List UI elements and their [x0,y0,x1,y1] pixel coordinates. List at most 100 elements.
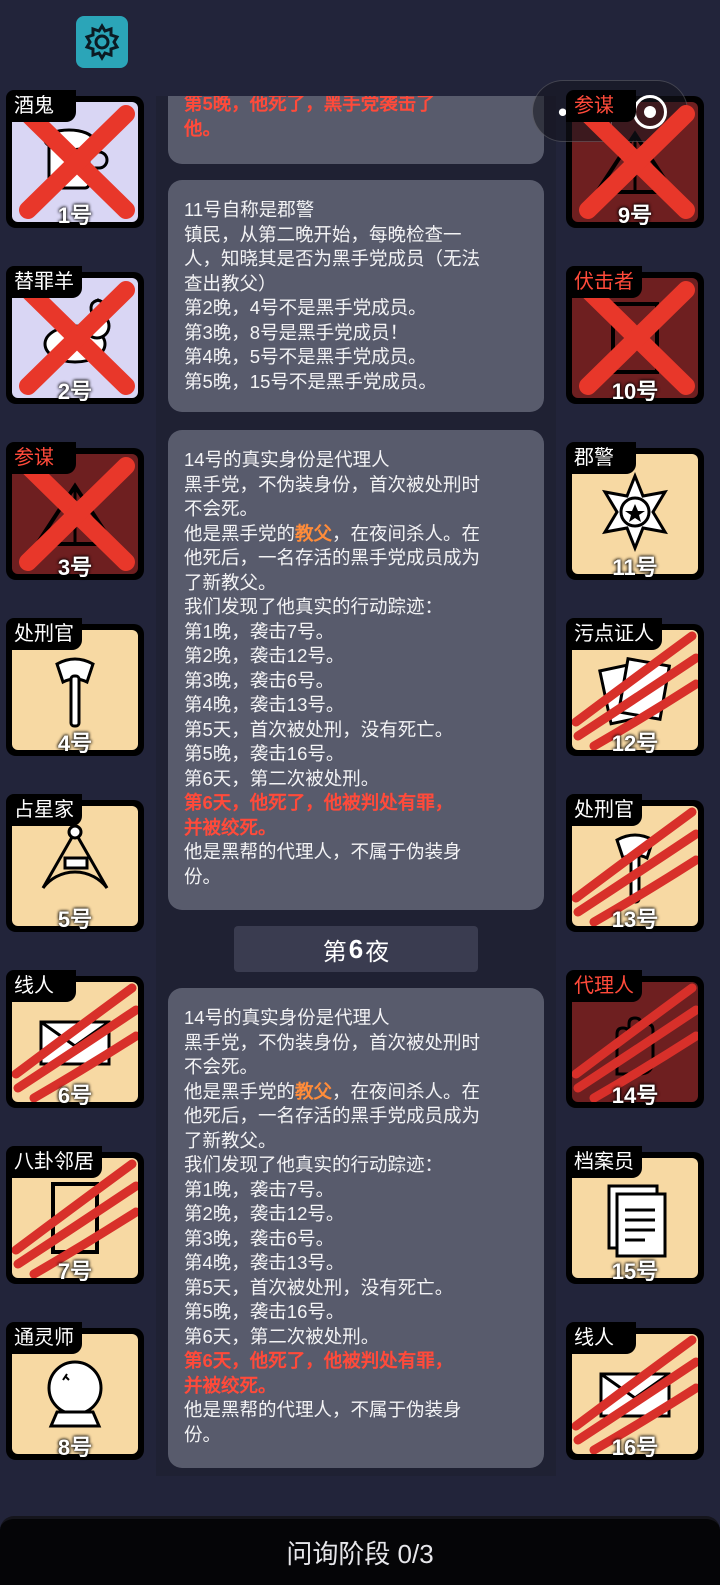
godfather-highlight: 教父 [295,1080,333,1102]
card-line: 第5晚，袭击16号。 [184,1301,345,1322]
player-slot[interactable]: 代理人 14号 [566,970,704,1110]
player-role-tag: 代理人 [566,970,642,1002]
night-suffix: 夜 [365,938,390,966]
card-line: 第5晚，他死了，黑手党袭击了 [184,96,435,114]
card-line: 第1晚，袭击7号。 [184,1178,335,1200]
night-number: 6 [348,933,364,964]
card-line: 查出教父） [184,272,277,294]
card-line: 黑手党，不伪装身份，首次被处刑时 [184,1031,481,1053]
card-line: 第4晚，袭击13号。 [184,694,345,715]
player-slot[interactable]: 处刑官 13号 [566,794,704,934]
crystal-ball-icon [47,1360,103,1428]
card-line: 他是黑帮的代理人，不属于伪装身 [184,841,462,862]
player-role-tag: 通灵师 [6,1322,82,1354]
card-line: 第4晚，袭击13号。 [184,1252,345,1273]
card-line: 份。 [184,1423,222,1445]
phase-bar[interactable]: 问询阶段 0/3 [0,1516,720,1585]
document-icon [607,1184,667,1258]
card-line: 11号自称是郡警 [184,199,315,220]
player-role-tag: 郡警 [566,442,636,474]
player-role-tag: 占星家 [6,794,82,826]
player-role-tag: 伏击者 [566,266,642,298]
card-line: 第2晚，4号不是黑手党成员。 [184,297,427,318]
player-slot[interactable]: 线人 6号 [6,970,144,1110]
card-text: 他是黑手党的 [184,1080,296,1102]
card-line: 第5天，首次被处刑，没有死亡。 [184,718,454,740]
player-slot[interactable]: 郡警 11号 [566,442,704,582]
feed-card-identity-reveal: 14号的真实身份是代理人 黑手党，不伪装身份，首次被处刑时 不会死。 他是黑手党… [168,430,544,910]
player-role-tag: 档案员 [566,1146,642,1178]
card-line: 他是黑手党的教父，在夜间杀人。在 [184,1080,528,1105]
player-slot[interactable]: 通灵师 8号 [6,1322,144,1462]
card-line: 不会死。 [184,498,259,519]
card-line: 第4晚，5号不是黑手党成员。 [184,346,427,367]
player-number: 8号 [57,1435,93,1460]
card-line: 第6天，他死了，他被判处有罪， [184,792,454,813]
godfather-highlight: 教父 [295,522,333,544]
player-slot[interactable]: 伏击者 10号 [566,266,704,406]
card-line: 第3晚，8号是黑手党成员！ [184,321,409,343]
card-line: 第6天，第二次被处刑。 [184,767,380,789]
card-line: 第5晚，15号不是黑手党成员。 [184,370,437,392]
player-number: 2号 [57,379,93,404]
player-role-tag: 参谋 [566,90,636,122]
player-role-tag: 线人 [566,1322,636,1354]
player-slot[interactable]: 占星家 5号 [6,794,144,934]
player-number: 5号 [57,907,93,932]
player-number: 6号 [57,1083,93,1108]
player-role-tag: 参谋 [6,442,76,474]
card-line: 他是黑手党的教父，在夜间杀人。在 [184,522,528,547]
phase-label: 问询阶段 0/3 [286,1538,434,1569]
card-line: 他死后，一名存活的黑手党成员成为 [184,547,481,568]
card-line: 第6天，第二次被处刑。 [184,1325,380,1347]
card-line: 第5天，首次被处刑，没有死亡。 [184,1276,454,1298]
player-slot[interactable]: 替罪羊 2号 [6,266,144,406]
card-line: 他死后，一名存活的黑手党成员成为 [184,1105,481,1126]
card-line: 14号的真实身份是代理人 [184,1007,390,1028]
card-line: 我们发现了他真实的行动踪迹： [184,1154,444,1175]
card-line: 镇民，从第二晚开始，每晚检查一 [184,223,462,245]
player-number: 3号 [57,555,93,580]
player-number: 14号 [611,1083,659,1108]
card-line: 不会死。 [184,1056,259,1077]
player-number: 4号 [57,731,93,756]
player-slot[interactable]: 八卦邻居 7号 [6,1146,144,1286]
card-line: 人，知晓其是否为黑手党成员（无法 [184,248,481,269]
player-slot[interactable]: 线人 16号 [566,1322,704,1462]
card-line: 第2晚，袭击12号。 [184,645,345,666]
card-line: 他。 [184,117,222,139]
card-line: 第2晚，袭击12号。 [184,1203,345,1224]
player-slot[interactable]: 档案员 15号 [566,1146,704,1286]
card-line: 我们发现了他真实的行动踪迹： [184,596,444,617]
player-number: 12号 [611,731,659,756]
settings-button[interactable] [76,16,128,68]
player-slot[interactable]: 参谋 9号 [566,90,704,230]
event-feed[interactable]: 第5晚，他死了，黑手党袭击了 他。 11号自称是郡警 镇民，从第二晚开始，每晚检… [156,96,556,1476]
card-line: 第6天，他死了，他被判处有罪， [184,1350,454,1371]
sheriff-badge-icon [602,471,668,553]
card-text: ，在夜间杀人。在 [332,1080,481,1102]
player-role-tag: 八卦邻居 [6,1146,102,1178]
player-number: 7号 [57,1259,93,1284]
sextant-icon [41,824,109,889]
player-number: 1号 [57,203,93,228]
player-number: 13号 [611,907,659,932]
night-prefix: 第 [322,938,347,966]
card-line: 第3晚，袭击6号。 [184,1227,335,1249]
feed-card-sheriff-claim: 11号自称是郡警 镇民，从第二晚开始，每晚检查一 人，知晓其是否为黑手党成员（无… [168,180,544,412]
player-slot[interactable]: 酒鬼 1号 [6,90,144,230]
player-role-tag: 污点证人 [566,618,662,650]
axe-icon [55,657,95,728]
player-number: 9号 [617,203,653,228]
card-line: 第3晚，袭击6号。 [184,669,335,691]
night-divider: 第6夜 [234,926,478,972]
player-slot[interactable]: 污点证人 12号 [566,618,704,758]
card-line: 并被绞死。 [184,816,277,838]
player-slot[interactable]: 参谋 3号 [6,442,144,582]
player-role-tag: 处刑官 [6,618,82,650]
player-role-tag: 替罪羊 [6,266,82,298]
card-line: 并被绞死。 [184,1374,277,1396]
player-slot[interactable]: 处刑官 4号 [6,618,144,758]
player-number: 16号 [611,1435,659,1460]
player-number: 15号 [611,1259,659,1284]
